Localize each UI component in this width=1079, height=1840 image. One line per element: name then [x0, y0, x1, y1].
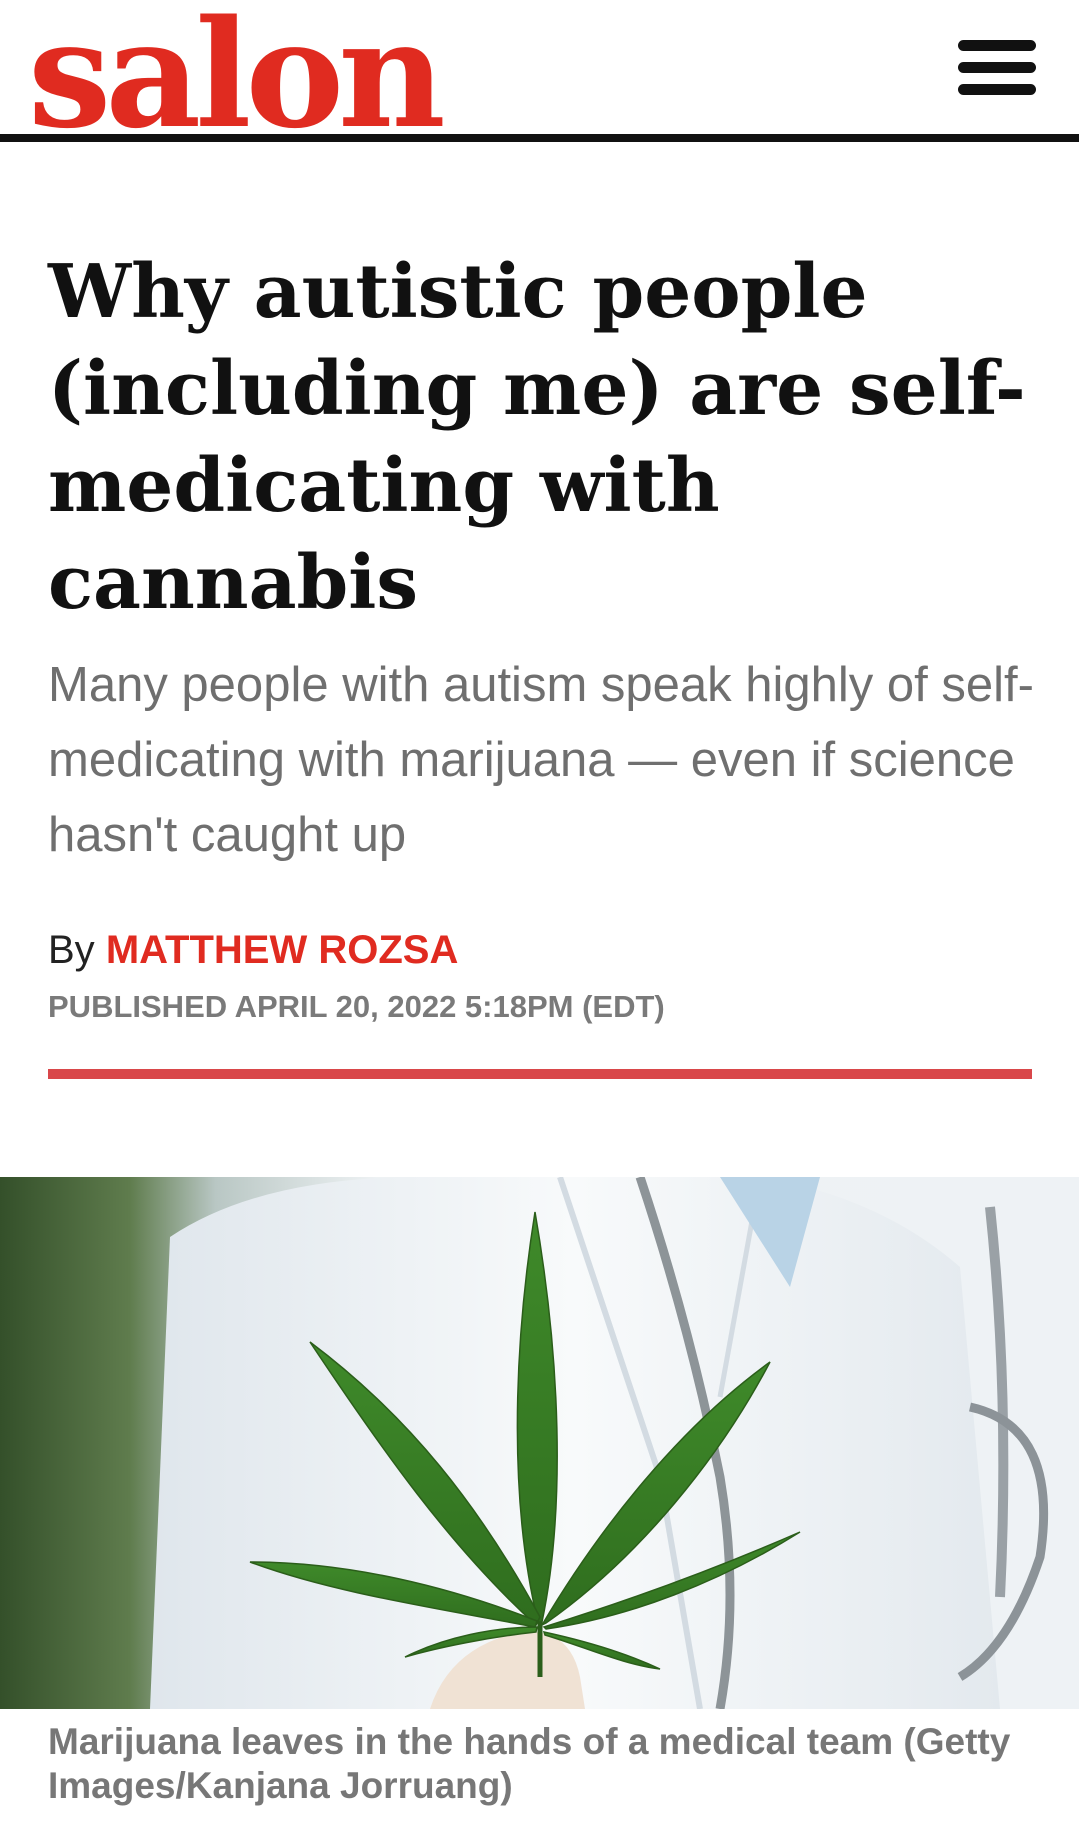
site-header: salon [0, 0, 1079, 148]
hero-image[interactable] [0, 1177, 1079, 1709]
hamburger-menu-icon[interactable] [958, 36, 1036, 100]
accent-divider [48, 1069, 1032, 1079]
menu-bar [958, 84, 1036, 95]
salon-logo[interactable]: salon [28, 0, 446, 148]
byline-prefix: By [48, 928, 95, 972]
header-divider [0, 134, 1079, 142]
article-subheadline: Many people with autism speak highly of … [48, 658, 1034, 862]
cannabis-leaf-photo [0, 1177, 1079, 1709]
article-headline: Why autistic people (including me) are s… [48, 249, 1026, 626]
publish-date: PUBLISHED APRIL 20, 2022 5:18PM (EDT) [48, 989, 665, 1024]
byline: By MATTHEW ROZSA [48, 926, 458, 974]
menu-bar [958, 62, 1036, 73]
image-caption: Marijuana leaves in the hands of a medic… [48, 1721, 1011, 1806]
menu-bar [958, 40, 1036, 51]
author-link[interactable]: MATTHEW ROZSA [106, 928, 459, 972]
